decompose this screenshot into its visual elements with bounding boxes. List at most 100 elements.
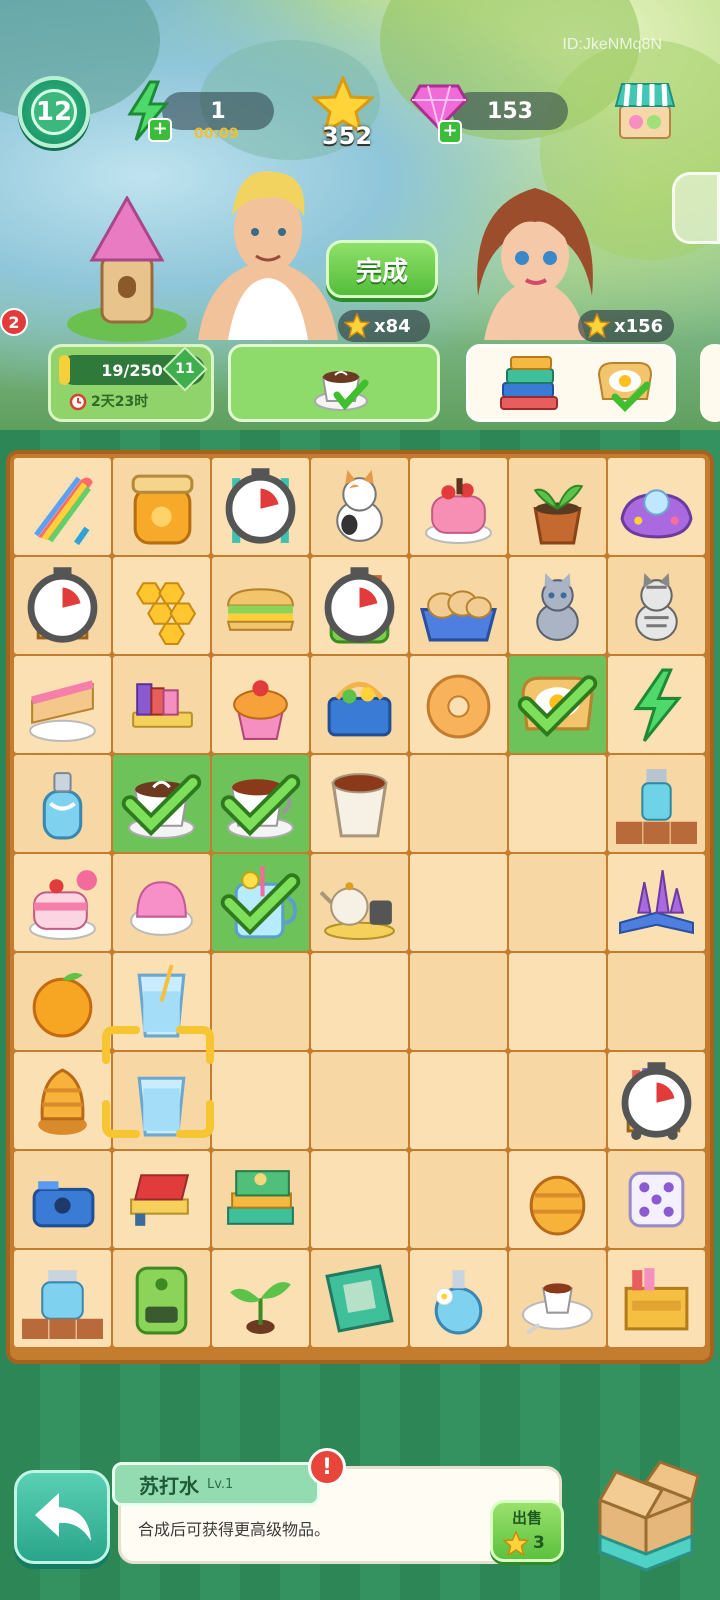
board-cell[interactable] <box>410 1151 507 1248</box>
board-cell[interactable] <box>608 755 705 852</box>
board-cell[interactable] <box>212 1151 309 1248</box>
potted-sprout-icon[interactable] <box>517 466 598 547</box>
board-cell[interactable] <box>608 1052 705 1149</box>
calico-cat-icon[interactable] <box>319 466 400 547</box>
board-cell[interactable] <box>410 458 507 555</box>
gray-cat-icon[interactable] <box>517 565 598 646</box>
locked-jar-icon[interactable] <box>22 1258 103 1339</box>
side-panel-button[interactable] <box>672 172 720 244</box>
board-cell[interactable] <box>410 755 507 852</box>
picnic-basket-icon[interactable] <box>319 664 400 745</box>
cake-slice-icon[interactable] <box>22 664 103 745</box>
flower-perfume-icon[interactable] <box>418 1258 499 1339</box>
player-level-badge[interactable]: 12 <box>18 76 90 148</box>
add-energy-button[interactable]: + <box>148 118 172 142</box>
board-cell[interactable] <box>410 953 507 1050</box>
board-cell[interactable] <box>509 458 606 555</box>
honey-pot-icon[interactable] <box>517 1159 598 1240</box>
board-cell[interactable] <box>113 755 210 852</box>
add-gems-button[interactable]: + <box>438 120 462 144</box>
board-cell[interactable] <box>509 656 606 753</box>
board-cell[interactable] <box>212 656 309 753</box>
order-card-3[interactable] <box>700 344 720 422</box>
board-cell[interactable] <box>14 953 111 1050</box>
strawberry-cake-icon[interactable] <box>418 466 499 547</box>
red-book-icon[interactable] <box>121 1159 202 1240</box>
board-cell[interactable] <box>311 1052 408 1149</box>
board-cell[interactable] <box>608 557 705 654</box>
cherry-cupcake-icon[interactable] <box>220 664 301 745</box>
pencil-sharpener-icon[interactable] <box>22 1159 103 1240</box>
board-cell[interactable] <box>113 854 210 951</box>
board-cell[interactable] <box>311 1250 408 1347</box>
board-cell[interactable] <box>311 656 408 753</box>
board-cell[interactable] <box>410 1052 507 1149</box>
board-cell[interactable] <box>311 755 408 852</box>
board-cell[interactable] <box>212 953 309 1050</box>
board-cell[interactable] <box>14 656 111 753</box>
board-cell[interactable] <box>410 656 507 753</box>
order-card-2[interactable] <box>466 344 676 422</box>
board-cell[interactable] <box>509 854 606 951</box>
honeycomb-icon[interactable] <box>121 565 202 646</box>
board-cell[interactable] <box>608 656 705 753</box>
seedling-icon[interactable] <box>220 1258 301 1339</box>
picture-books-icon[interactable] <box>220 1159 301 1240</box>
board-cell[interactable] <box>14 557 111 654</box>
board-cell[interactable] <box>14 755 111 852</box>
board-cell[interactable] <box>608 1250 705 1347</box>
book-drawer-icon[interactable] <box>616 1258 697 1339</box>
board-cell[interactable] <box>14 1151 111 1248</box>
board-cell[interactable] <box>113 557 210 654</box>
sandwich-icon[interactable] <box>220 565 301 646</box>
board-cell[interactable] <box>608 1151 705 1248</box>
purple-gadget-icon[interactable] <box>616 466 697 547</box>
pop-up-book-icon[interactable] <box>616 862 697 943</box>
board-cell[interactable] <box>113 1250 210 1347</box>
board-cell[interactable] <box>509 953 606 1050</box>
board-cell[interactable] <box>14 1250 111 1347</box>
event-progress-card[interactable]: 19/250 11 2天23时 <box>48 344 214 422</box>
complete-order-button[interactable]: 完成 <box>326 240 438 298</box>
orange-icon[interactable] <box>22 961 103 1042</box>
board-cell[interactable] <box>212 755 309 852</box>
bread-tray-icon[interactable] <box>418 565 499 646</box>
tea-plate-icon[interactable] <box>517 1258 598 1339</box>
shop-icon[interactable] <box>612 76 678 142</box>
donut-icon[interactable] <box>418 664 499 745</box>
back-button[interactable] <box>14 1470 110 1564</box>
board-cell[interactable] <box>311 458 408 555</box>
mini-fridge-icon[interactable] <box>121 1258 202 1339</box>
board-cell[interactable] <box>410 854 507 951</box>
tabby-cat-icon[interactable] <box>616 565 697 646</box>
board-cell[interactable] <box>14 458 111 555</box>
storage-box-icon[interactable] <box>586 1456 704 1574</box>
tea-cup-icon[interactable] <box>319 763 400 844</box>
board-cell[interactable] <box>410 1250 507 1347</box>
board-cell[interactable] <box>509 755 606 852</box>
board-cell[interactable] <box>509 1052 606 1149</box>
sell-button[interactable]: 出售 3 <box>490 1500 564 1562</box>
board-cell[interactable] <box>311 1151 408 1248</box>
board-cell[interactable] <box>212 854 309 951</box>
board-cell[interactable] <box>608 854 705 951</box>
board-cell[interactable] <box>14 854 111 951</box>
board-cell[interactable] <box>212 557 309 654</box>
board-cell[interactable] <box>509 557 606 654</box>
board-cell[interactable] <box>509 1250 606 1347</box>
rainbow-popsicle-icon[interactable] <box>22 466 103 547</box>
board-cell[interactable] <box>212 1052 309 1149</box>
perfume-bottle-icon[interactable] <box>22 763 103 844</box>
board-cell[interactable] <box>608 458 705 555</box>
dice-icon[interactable] <box>616 1159 697 1240</box>
board-cell[interactable] <box>311 953 408 1050</box>
locked-bottle-icon[interactable] <box>616 763 697 844</box>
board-cell[interactable] <box>311 854 408 951</box>
board-cell[interactable] <box>113 656 210 753</box>
board-cell[interactable] <box>410 557 507 654</box>
photo-album-icon[interactable] <box>319 1258 400 1339</box>
berry-cake-icon[interactable] <box>22 862 103 943</box>
board-cell[interactable] <box>212 458 309 555</box>
energy-bolt-icon[interactable] <box>616 664 697 745</box>
honey-jar-icon[interactable] <box>121 466 202 547</box>
